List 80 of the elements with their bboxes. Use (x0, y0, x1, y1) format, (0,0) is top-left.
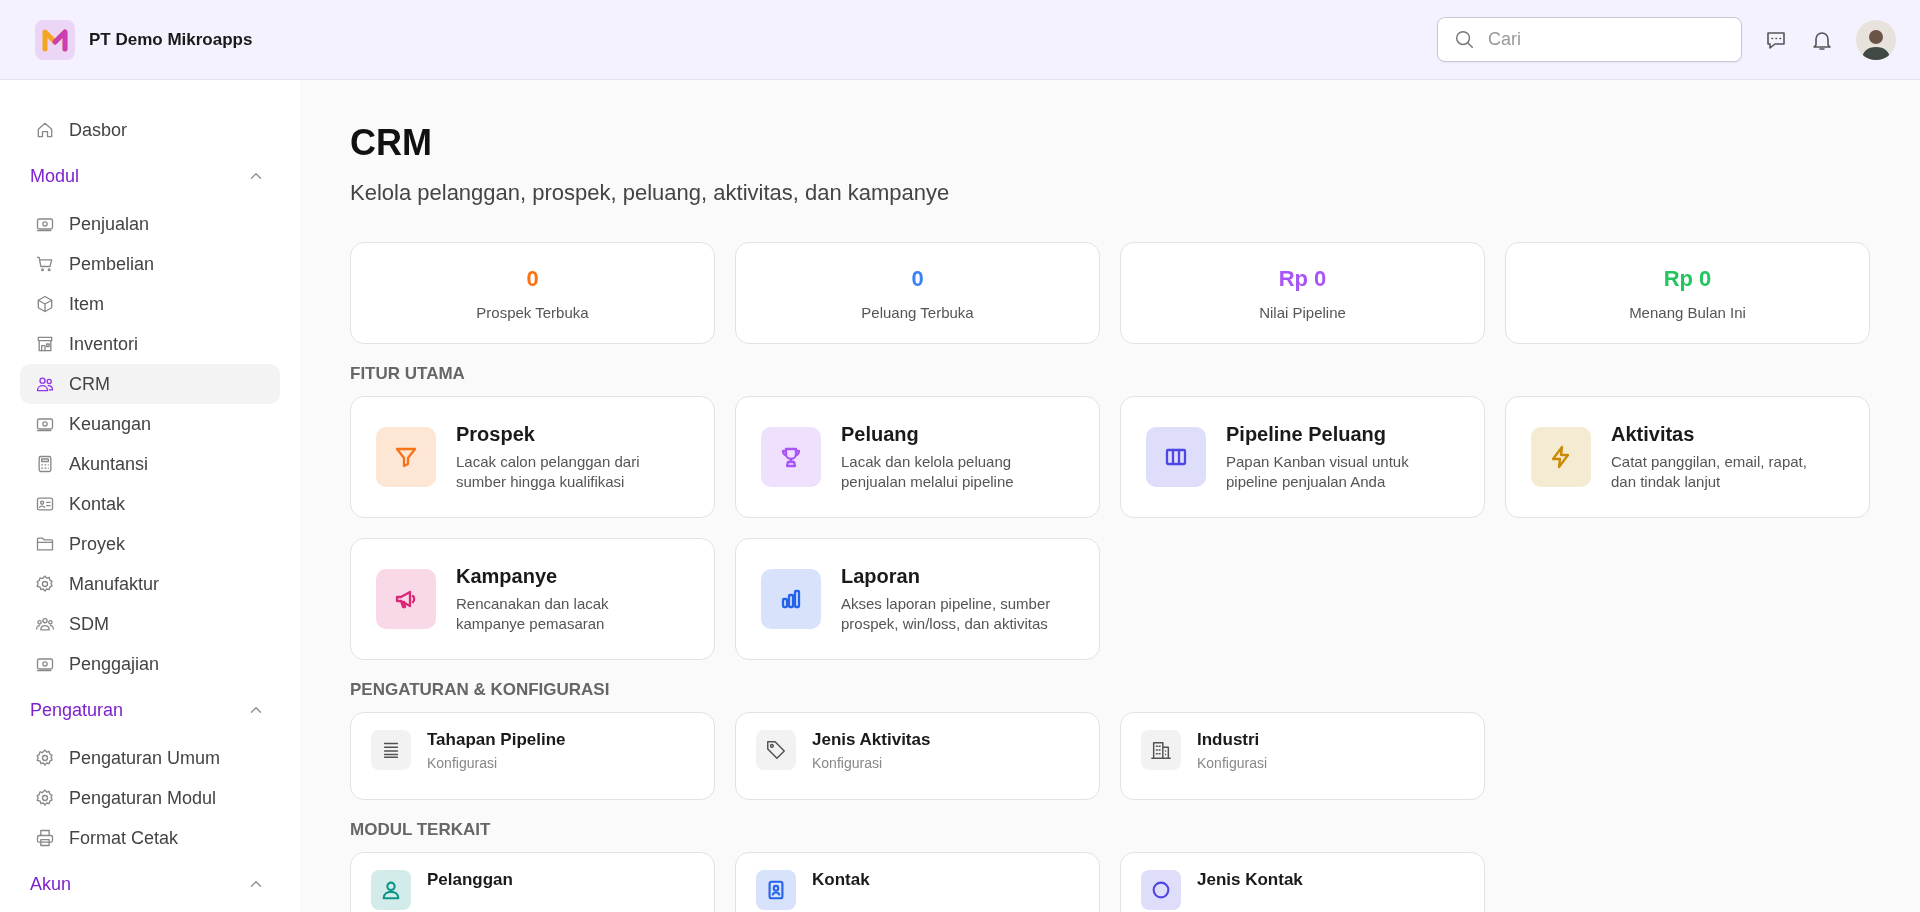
card-title: Tahapan Pipeline (427, 730, 566, 750)
sidebar-item[interactable]: CRM (20, 364, 280, 404)
feature-card[interactable]: Tahapan Pipeline Konfigurasi (350, 712, 715, 800)
card-description: Papan Kanban visual untuk pipeline penjualan Anda (1226, 452, 1410, 491)
feature-card[interactable]: Pelanggan (350, 852, 715, 912)
sidebar-item[interactable]: Penjualan (20, 204, 280, 244)
home-icon (35, 120, 55, 140)
stat-value: Rp 0 (1278, 265, 1327, 292)
settings-icon (35, 748, 55, 768)
feature-card[interactable]: Industri Konfigurasi (1120, 712, 1485, 800)
feature-card[interactable]: Jenis Kontak (1120, 852, 1485, 912)
feature-card[interactable]: Prospek Lacak calon pelanggan dari sumber hingga kualifikasi (350, 396, 715, 518)
section-heading: MODUL TERKAIT (350, 820, 492, 840)
app-logo[interactable] (35, 19, 75, 60)
feature-card[interactable]: Jenis Aktivitas Konfigurasi (735, 712, 1100, 800)
printer-icon (35, 828, 55, 848)
card-description: Konfigurasi (812, 754, 884, 773)
card-description: Lacak calon pelanggan dari sumber hingga kualifikasi (456, 452, 641, 491)
card-title: Jenis Aktivitas (812, 730, 931, 750)
cube-icon (35, 294, 55, 314)
card-title: Laporan (841, 565, 921, 588)
card-title: Pelanggan (427, 870, 513, 890)
sidebar-item[interactable]: Kontak (20, 484, 280, 524)
card-description: Konfigurasi (427, 754, 499, 773)
cart-icon (35, 254, 55, 274)
stat-label: Prospek Terbuka (476, 303, 589, 321)
sidebar-item[interactable]: Pembelian (20, 244, 280, 284)
store-icon (35, 334, 55, 354)
stat-value: Rp 0 (1663, 265, 1712, 292)
card-title: Kampanye (456, 565, 559, 588)
card-description: Akses laporan pipeline, sumber prospek, win/loss, dan aktivitas (841, 594, 1052, 633)
feature-card[interactable]: Peluang Lacak dan kelola peluang penjualan melalui pipeline (735, 396, 1100, 518)
card-description: Lacak dan kelola peluang penjualan melalui pipeline (841, 452, 1015, 491)
sidebar-group-header[interactable]: Pengaturan (20, 690, 280, 730)
stat-label: Nilai Pipeline (1259, 303, 1346, 321)
page-subtitle: Kelola pelanggan, prospek, peluang, aktivitas, dan kampanye (350, 180, 951, 206)
settings-icon (35, 574, 55, 594)
stat-value: 0 (526, 265, 539, 292)
search-field[interactable]: Cari (1437, 17, 1742, 62)
company-name: PT Demo Mikroapps (89, 29, 253, 50)
sidebar-item[interactable]: Pengaturan Modul (20, 778, 280, 818)
sidebar-item[interactable]: Pengaturan Umum (20, 738, 280, 778)
feature-card[interactable]: Kampanye Rencanakan dan lacak kampanye pemasaran (350, 538, 715, 660)
sidebar-item[interactable]: Akuntansi (20, 444, 280, 484)
feature-card[interactable]: Laporan Akses laporan pipeline, sumber prospek, win/loss, dan aktivitas (735, 538, 1100, 660)
card-title: Peluang (841, 423, 920, 446)
sidebar-item[interactable]: Keuangan (20, 404, 280, 444)
card-title: Kontak (812, 870, 870, 890)
sidebar-group-header[interactable]: Modul (20, 156, 280, 196)
sidebar-item[interactable]: Format Cetak (20, 818, 280, 858)
section-heading: PENGATURAN & KONFIGURASI (350, 680, 611, 700)
card-title: Prospek (456, 423, 536, 446)
card-description: Catat panggilan, email, rapat, dan tindak lanjut (1611, 452, 1808, 491)
sidebar-item[interactable]: Dasbor (20, 110, 280, 150)
sidebar-group-header[interactable]: Akun (20, 864, 280, 904)
feature-card[interactable]: Pipeline Peluang Papan Kanban visual untuk pipeline penjualan Anda (1120, 396, 1485, 518)
feature-card[interactable]: Aktivitas Catat panggilan, email, rapat, dan tindak lanjut (1505, 396, 1870, 518)
card-title: Pipeline Peluang (1226, 423, 1388, 446)
page-title: CRM (350, 122, 433, 164)
card-title: Industri (1197, 730, 1261, 750)
avatar[interactable] (1856, 19, 1896, 60)
section-heading: FITUR UTAMA (350, 364, 466, 384)
tag-icon (765, 739, 787, 761)
stat-label: Peluang Terbuka (861, 303, 974, 321)
card-description: Konfigurasi (1197, 754, 1268, 773)
sidebar-item[interactable]: Penggajian (20, 644, 280, 684)
search-icon (1453, 28, 1475, 50)
stat-label: Menang Bulan Ini (1629, 303, 1746, 321)
settings-icon (35, 788, 55, 808)
feature-card[interactable]: Kontak (735, 852, 1100, 912)
building-icon (1150, 739, 1172, 761)
card-description: Rencanakan dan lacak kampanye pemasaran (456, 594, 610, 633)
card-title: Aktivitas (1611, 423, 1696, 446)
stat-value: 0 (911, 265, 924, 292)
card-title: Jenis Kontak (1197, 870, 1303, 890)
sidebar-item[interactable]: Manufaktur (20, 564, 280, 604)
sidebar-item[interactable]: Item (20, 284, 280, 324)
sidebar-item[interactable]: Inventori (20, 324, 280, 364)
sidebar-item[interactable]: Proyek (20, 524, 280, 564)
sidebar-item[interactable]: SDM (20, 604, 280, 644)
